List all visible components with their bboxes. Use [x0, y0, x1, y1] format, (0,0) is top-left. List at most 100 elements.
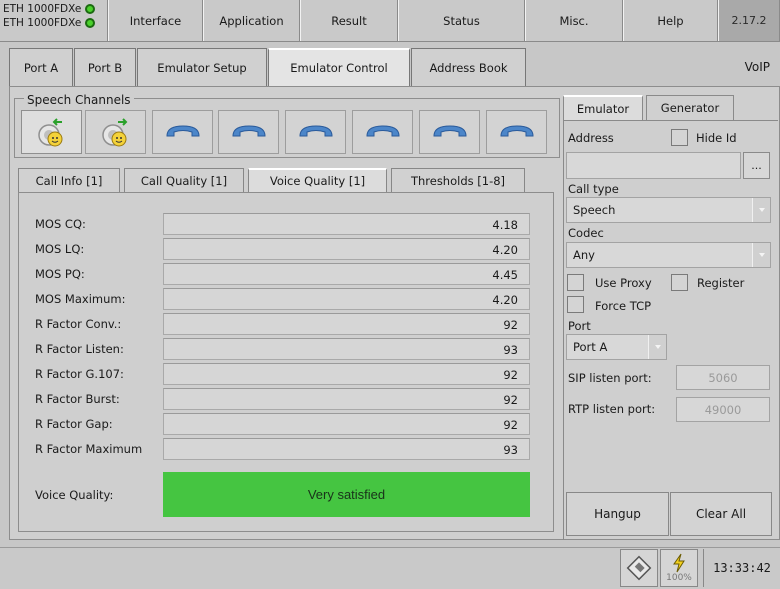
call-type-select[interactable]: Speech — [566, 197, 771, 223]
menu-interface[interactable]: Interface — [108, 0, 203, 41]
channel-6-button[interactable] — [352, 110, 413, 154]
tab-address-book[interactable]: Address Book — [411, 48, 526, 86]
tab-thresholds[interactable]: Thresholds [1-8] — [391, 168, 525, 192]
phone-handset-icon — [165, 125, 200, 137]
metric-label: R Factor Burst: — [35, 392, 120, 406]
address-label: Address — [568, 131, 614, 145]
call-type-label: Call type — [568, 182, 619, 196]
metric-value: 93 — [163, 338, 530, 360]
codec-label: Codec — [568, 226, 604, 240]
codec-value: Any — [573, 248, 595, 262]
metric-label: MOS LQ: — [35, 242, 85, 256]
voice-quality-panel: MOS CQ: 4.18 MOS LQ: 4.20 MOS PQ: 4.45 MOS … — [18, 192, 554, 532]
metric-row: MOS CQ: 4.18 — [19, 213, 549, 235]
clock: 13:33:42 — [703, 549, 780, 587]
metric-value: 92 — [163, 363, 530, 385]
phone-handset-icon — [432, 125, 467, 137]
hide-id-checkbox[interactable] — [671, 129, 688, 146]
metric-value: 92 — [163, 388, 530, 410]
metric-value: 92 — [163, 413, 530, 435]
sip-port-label: SIP listen port: — [568, 371, 652, 385]
diskette-icon — [626, 555, 652, 581]
menu-application[interactable]: Application — [203, 0, 300, 41]
channel-2-button[interactable] — [85, 110, 146, 154]
metric-label: MOS CQ: — [35, 217, 86, 231]
tab-generator[interactable]: Generator — [646, 95, 734, 120]
metric-row: MOS LQ: 4.20 — [19, 238, 549, 260]
hide-id-label: Hide Id — [696, 131, 737, 145]
use-proxy-checkbox[interactable] — [567, 274, 584, 291]
sip-port-input[interactable]: 5060 — [676, 365, 770, 390]
metric-row: R Factor Burst: 92 — [19, 388, 549, 410]
phone-handset-icon — [231, 125, 266, 137]
metric-row: MOS Maximum: 4.20 — [19, 288, 549, 310]
port-line-2: ETH 1000FDXe — [3, 17, 82, 29]
channel-8-button[interactable] — [486, 110, 547, 154]
battery-percent: 100% — [666, 573, 692, 583]
register-label: Register — [697, 276, 745, 290]
metric-row: MOS PQ: 4.45 — [19, 263, 549, 285]
metric-label: R Factor Gap: — [35, 417, 113, 431]
metric-value: 4.45 — [163, 263, 530, 285]
chevron-down-icon — [752, 198, 770, 222]
metric-value: 93 — [163, 438, 530, 460]
phone-handset-icon — [499, 125, 534, 137]
metric-label: R Factor Maximum — [35, 442, 143, 456]
tab-port-a[interactable]: Port A — [9, 48, 73, 86]
link-led-icon — [85, 18, 96, 28]
clear-all-button[interactable]: Clear All — [670, 492, 772, 536]
channel-1-button[interactable] — [21, 110, 82, 154]
register-checkbox[interactable] — [671, 274, 688, 291]
force-tcp-checkbox[interactable] — [567, 296, 584, 313]
main-tab-bar: Port A Port B Emulator Setup Emulator Co… — [9, 48, 780, 86]
channel-3-button[interactable] — [152, 110, 213, 154]
metric-label: MOS PQ: — [35, 267, 85, 281]
menu-help[interactable]: Help — [623, 0, 718, 41]
metric-value: 4.18 — [163, 213, 530, 235]
port-label: Port — [568, 319, 591, 333]
tab-voice-quality[interactable]: Voice Quality [1] — [248, 168, 387, 192]
address-input[interactable] — [566, 152, 741, 179]
voice-quality-label: Voice Quality: — [35, 488, 114, 502]
menu-result[interactable]: Result — [300, 0, 398, 41]
phone-handset-icon — [365, 125, 400, 137]
metric-value: 4.20 — [163, 238, 530, 260]
chevron-down-icon — [752, 243, 770, 267]
metric-value: 4.20 — [163, 288, 530, 310]
rtp-port-input[interactable]: 49000 — [676, 397, 770, 422]
power-status: 100% — [660, 549, 698, 587]
channel-4-button[interactable] — [218, 110, 279, 154]
channel-7-button[interactable] — [419, 110, 480, 154]
codec-select[interactable]: Any — [566, 242, 771, 268]
speech-channels-title: Speech Channels — [24, 93, 134, 107]
lightning-icon — [673, 553, 685, 573]
tab-call-info[interactable]: Call Info [1] — [18, 168, 120, 192]
menu-status[interactable]: Status — [398, 0, 525, 41]
browse-address-button[interactable]: ... — [743, 152, 770, 179]
tab-emulator-control[interactable]: Emulator Control — [268, 48, 410, 86]
metric-label: MOS Maximum: — [35, 292, 126, 306]
hangup-button[interactable]: Hangup — [566, 492, 669, 536]
chevron-down-icon — [648, 335, 666, 359]
call-type-value: Speech — [573, 203, 616, 217]
menu-misc[interactable]: Misc. — [525, 0, 623, 41]
tab-emulator[interactable]: Emulator — [563, 95, 643, 120]
port-value: Port A — [573, 340, 608, 354]
metric-label: R Factor G.107: — [35, 367, 124, 381]
incoming-call-icon — [37, 118, 62, 147]
use-proxy-label: Use Proxy — [595, 276, 652, 290]
phone-handset-icon — [298, 125, 333, 137]
metric-value: 92 — [163, 313, 530, 335]
metric-label: R Factor Listen: — [35, 342, 124, 356]
version-label: 2.17.2 — [718, 0, 780, 41]
port-select[interactable]: Port A — [566, 334, 667, 360]
tab-call-quality[interactable]: Call Quality [1] — [124, 168, 244, 192]
top-menu-bar: ETH 1000FDXe ETH 1000FDXe Interface Appl… — [0, 0, 780, 42]
port-status-indicator: ETH 1000FDXe ETH 1000FDXe — [0, 0, 108, 42]
tab-emulator-setup[interactable]: Emulator Setup — [137, 48, 267, 86]
diskette-icon-button[interactable] — [620, 549, 658, 587]
channel-5-button[interactable] — [285, 110, 346, 154]
metric-row: R Factor Conv.: 92 — [19, 313, 549, 335]
tab-port-b[interactable]: Port B — [74, 48, 136, 86]
metric-row: R Factor Gap: 92 — [19, 413, 549, 435]
